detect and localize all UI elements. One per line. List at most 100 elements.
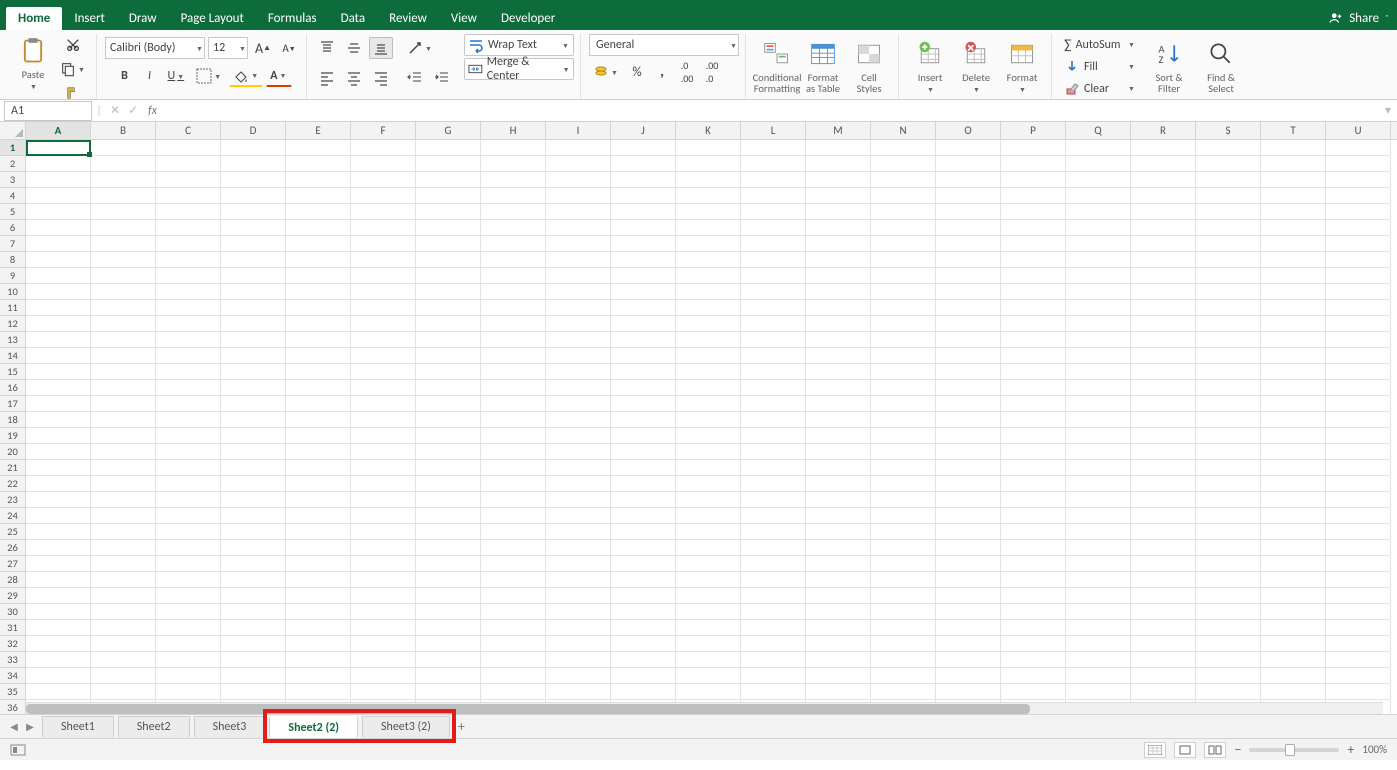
cell[interactable] [1261, 412, 1326, 428]
cell[interactable] [676, 460, 741, 476]
cell[interactable] [871, 668, 936, 684]
cell[interactable] [1326, 556, 1391, 572]
cell[interactable] [416, 396, 481, 412]
row-header[interactable]: 24 [0, 508, 25, 524]
cell[interactable] [1066, 428, 1131, 444]
cell[interactable] [1001, 396, 1066, 412]
cell[interactable] [611, 668, 676, 684]
cell[interactable] [286, 204, 351, 220]
cell[interactable] [676, 204, 741, 220]
cell[interactable] [91, 540, 156, 556]
sheet-nav-next[interactable]: ▶ [22, 719, 38, 735]
cell[interactable] [26, 524, 91, 540]
cell[interactable] [481, 476, 546, 492]
cell[interactable] [936, 172, 1001, 188]
cell[interactable] [936, 284, 1001, 300]
cell[interactable] [351, 636, 416, 652]
cell[interactable] [1326, 348, 1391, 364]
column-header[interactable]: P [1001, 122, 1066, 139]
cell[interactable] [741, 540, 806, 556]
cell[interactable] [1326, 444, 1391, 460]
cell[interactable] [416, 236, 481, 252]
cell[interactable] [741, 316, 806, 332]
cell[interactable] [1261, 668, 1326, 684]
cell[interactable] [546, 588, 611, 604]
cell[interactable] [1196, 156, 1261, 172]
cell[interactable] [871, 652, 936, 668]
cell[interactable] [286, 572, 351, 588]
cell[interactable] [741, 492, 806, 508]
cell[interactable] [611, 348, 676, 364]
cell[interactable] [351, 236, 416, 252]
cell[interactable] [546, 652, 611, 668]
cell[interactable] [156, 236, 221, 252]
cell[interactable] [936, 220, 1001, 236]
cell[interactable] [156, 476, 221, 492]
cell[interactable] [1326, 684, 1391, 700]
cell[interactable] [611, 508, 676, 524]
cell[interactable] [676, 540, 741, 556]
cell[interactable] [1001, 412, 1066, 428]
find-select-button[interactable]: Find & Select [1198, 37, 1244, 97]
cell[interactable] [806, 172, 871, 188]
cell[interactable] [1196, 252, 1261, 268]
cell[interactable] [26, 540, 91, 556]
cell[interactable] [221, 380, 286, 396]
cell[interactable] [1261, 620, 1326, 636]
cell[interactable] [221, 540, 286, 556]
cell[interactable] [91, 156, 156, 172]
cell[interactable] [676, 364, 741, 380]
cell[interactable] [611, 172, 676, 188]
cell[interactable] [1001, 508, 1066, 524]
cell[interactable] [806, 492, 871, 508]
cell[interactable] [1131, 316, 1196, 332]
cell[interactable] [936, 476, 1001, 492]
cell[interactable] [416, 268, 481, 284]
cell[interactable] [741, 140, 806, 156]
cell[interactable] [1066, 668, 1131, 684]
cell[interactable] [416, 428, 481, 444]
cell[interactable] [26, 556, 91, 572]
sheet-tab[interactable]: Sheet3 [194, 716, 266, 738]
cell[interactable] [416, 508, 481, 524]
cell[interactable] [1066, 508, 1131, 524]
cell[interactable] [481, 300, 546, 316]
cell[interactable] [676, 252, 741, 268]
cell[interactable] [1326, 140, 1391, 156]
cell[interactable] [806, 620, 871, 636]
row-header[interactable]: 3 [0, 172, 25, 188]
row-header[interactable]: 30 [0, 604, 25, 620]
cell[interactable] [1196, 300, 1261, 316]
cell[interactable] [1066, 236, 1131, 252]
cell[interactable] [871, 476, 936, 492]
row-header[interactable]: 13 [0, 332, 25, 348]
cell[interactable] [1066, 620, 1131, 636]
cell[interactable] [806, 684, 871, 700]
cell[interactable] [156, 220, 221, 236]
column-header[interactable]: S [1196, 122, 1261, 139]
cell[interactable] [611, 572, 676, 588]
cell[interactable] [91, 236, 156, 252]
cell[interactable] [481, 412, 546, 428]
row-header[interactable]: 27 [0, 556, 25, 572]
column-header[interactable]: M [806, 122, 871, 139]
menu-tab-view[interactable]: View [439, 7, 489, 30]
cell[interactable] [91, 140, 156, 156]
cell[interactable] [1261, 300, 1326, 316]
cell[interactable] [1261, 684, 1326, 700]
cell[interactable] [221, 156, 286, 172]
cell[interactable] [611, 444, 676, 460]
cell[interactable] [481, 252, 546, 268]
cell[interactable] [156, 300, 221, 316]
cell[interactable] [546, 156, 611, 172]
cell[interactable] [351, 220, 416, 236]
row-header[interactable]: 14 [0, 348, 25, 364]
cell[interactable] [936, 156, 1001, 172]
cell[interactable] [936, 268, 1001, 284]
decrease-decimal-button[interactable]: .00.0 [701, 61, 723, 83]
cell[interactable] [611, 476, 676, 492]
cell[interactable] [676, 156, 741, 172]
cell[interactable] [26, 668, 91, 684]
cell[interactable] [91, 252, 156, 268]
row-header[interactable]: 2 [0, 156, 25, 172]
